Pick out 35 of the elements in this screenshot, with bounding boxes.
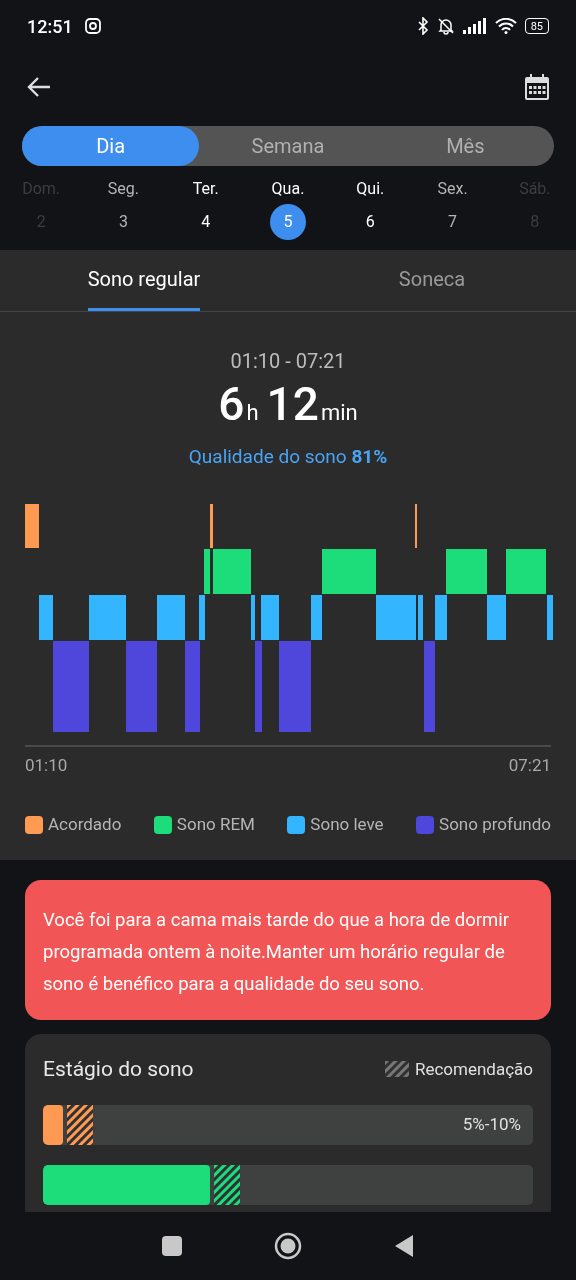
- legend-label: Acordado: [48, 813, 122, 836]
- hatch-icon: [384, 1061, 409, 1078]
- home-button[interactable]: [274, 1232, 302, 1260]
- day-button[interactable]: Ter. 4: [164, 176, 247, 250]
- sleep-type-tab[interactable]: Soneca: [398, 250, 466, 311]
- back-button[interactable]: [26, 76, 52, 98]
- end-time-label: 07:21: [508, 753, 551, 777]
- day-button[interactable]: Seg. 3: [82, 176, 165, 250]
- muted-bell-icon: [436, 17, 455, 35]
- alert-text: Você foi para a cama mais tarde do que a hora de dormir programada ontem à noite.Manter um horário regular de sono é benéfico para a qualidade do seu sono.: [43, 907, 511, 997]
- sleep-time-range: 01:10 - 07:21: [230, 348, 346, 374]
- sleep-duration: 6 h 12 min: [218, 376, 358, 433]
- sleep-type-tab[interactable]: Sono regular: [87, 250, 201, 311]
- legend-label: Sono REM: [176, 813, 255, 836]
- signal-icon: [462, 18, 487, 34]
- stage-range: 5%-10%: [462, 1113, 522, 1137]
- recommendation-label: Recomendação: [414, 1057, 533, 1081]
- bluetooth-icon: [416, 17, 429, 35]
- recent-apps-button[interactable]: [162, 1236, 182, 1256]
- legend-label: Sono profundo: [439, 813, 551, 836]
- back-nav-button[interactable]: [394, 1234, 414, 1258]
- wifi-icon: [494, 18, 517, 34]
- status-time: 12:51: [27, 14, 73, 39]
- day-button[interactable]: Qua. 5: [246, 176, 330, 250]
- day-button[interactable]: Sex. 7: [411, 176, 494, 250]
- sleep-quality: Qualidade do sono 81%: [188, 444, 388, 470]
- camera-app-icon: [84, 18, 101, 34]
- start-time-label: 01:10: [25, 753, 68, 777]
- calendar-button[interactable]: [524, 73, 550, 101]
- day-button[interactable]: Qui. 6: [329, 176, 412, 250]
- recommendation-hatch: [66, 1105, 93, 1145]
- card-title: Estágio do sono: [43, 1055, 194, 1083]
- recommendation-hatch: [213, 1165, 240, 1205]
- legend-label: Sono leve: [310, 813, 384, 836]
- battery-indicator: 85: [524, 18, 549, 34]
